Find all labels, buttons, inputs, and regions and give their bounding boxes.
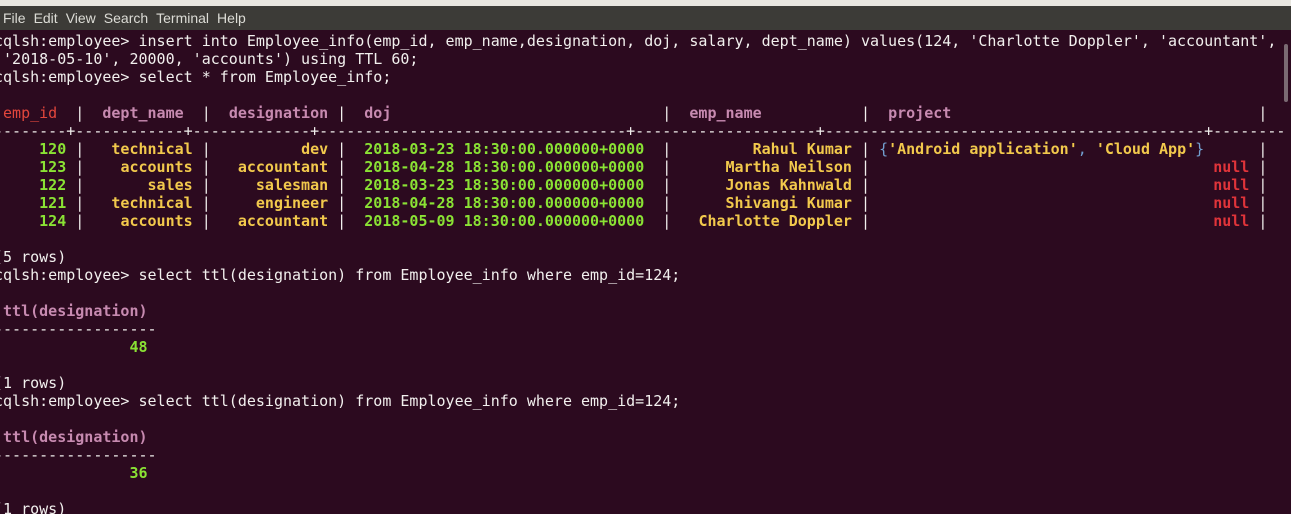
ttl-value: 36 — [129, 464, 148, 482]
cell-emp_id: 121 — [39, 194, 67, 212]
ttl-result-value: 48 — [0, 338, 148, 356]
ttl-result-header: ttl(designation) — [0, 428, 148, 446]
cell-designation: engineer — [255, 194, 329, 212]
null-value: null — [1213, 212, 1250, 230]
ttl-result-header: ttl(designation) — [0, 302, 148, 320]
menu-edit[interactable]: Edit — [31, 6, 62, 30]
cell-emp_id: 120 — [39, 140, 67, 158]
command-line-select: cqlsh:employee> select * from Employee_i… — [0, 68, 392, 86]
project-item: 'Android application' — [888, 140, 1078, 158]
cell-emp_name: Martha Neilson — [725, 158, 852, 176]
column-header-project: project — [888, 104, 952, 122]
collection-close: } — [1195, 140, 1205, 158]
null-value: null — [1213, 176, 1250, 194]
ttl-row-count: (1 rows) — [0, 500, 67, 514]
table-row: 121 | technical | engineer | 2018-04-28 … — [39, 194, 1277, 212]
ttl-column-header: ttl(designation) — [3, 302, 148, 320]
collection-open: { — [879, 140, 889, 158]
table-row: 123 | accounts | accountant | 2018-04-28… — [39, 158, 1277, 176]
terminal-output[interactable]: cqlsh:employee> insert into Employee_inf… — [0, 32, 1283, 514]
cell-emp_name: Charlotte Doppler — [698, 212, 852, 230]
cell-emp_name: Rahul Kumar — [752, 140, 852, 158]
command-line-ttl-2: cqlsh:employee> select ttl(designation) … — [0, 392, 681, 410]
project-item: 'Cloud App' — [1095, 140, 1196, 158]
column-header-doj: doj — [364, 104, 392, 122]
table-row: 122 | sales | salesman | 2018-03-23 18:3… — [39, 176, 1277, 194]
collection-sep: , — [1077, 140, 1096, 158]
column-header-designation: designation — [228, 104, 329, 122]
cell-emp_id: 123 — [39, 158, 67, 176]
cell-designation: salesman — [255, 176, 329, 194]
column-header-emp_name: emp_name — [689, 104, 762, 122]
cell-emp_id: 122 — [39, 176, 67, 194]
command-line-ttl-1: cqlsh:employee> select ttl(designation) … — [0, 266, 681, 284]
cell-designation: dev — [301, 140, 329, 158]
ttl-result-value: 36 — [0, 464, 148, 482]
menu-terminal[interactable]: Terminal — [153, 6, 213, 30]
command-line-insert: cqlsh:employee> insert into Employee_inf… — [0, 32, 1277, 50]
cell-emp_id: 124 — [39, 212, 67, 230]
table-row: 124 | accounts | accountant | 2018-05-09… — [39, 212, 1277, 230]
null-value: null — [1213, 194, 1250, 212]
menu-file[interactable]: File — [0, 6, 30, 30]
cell-emp_name: Shivangi Kumar — [725, 194, 852, 212]
cell-doj: 2018-04-28 18:30:00.000000+0000 — [364, 194, 645, 212]
cell-doj: 2018-04-28 18:30:00.000000+0000 — [364, 158, 645, 176]
cell-designation: accountant — [237, 212, 329, 230]
ttl-result-separator: ------------------ — [0, 446, 157, 464]
cell-doj: 2018-03-23 18:30:00.000000+0000 — [364, 176, 645, 194]
column-header-emp_id: emp_id — [3, 104, 58, 122]
terminal-scrollbar[interactable] — [1283, 30, 1291, 514]
cell-doj: 2018-05-09 18:30:00.000000+0000 — [364, 212, 645, 230]
column-header-dept_name: dept_name — [102, 104, 184, 122]
menu-view[interactable]: View — [63, 6, 100, 30]
menu-bar: File Edit View Search Terminal Help — [0, 6, 1291, 30]
menu-help[interactable]: Help — [214, 6, 250, 30]
cell-dept_name: technical — [111, 140, 193, 158]
ttl-value: 48 — [129, 338, 148, 356]
null-value: null — [1213, 158, 1250, 176]
menu-search[interactable]: Search — [101, 6, 152, 30]
cell-designation: accountant — [237, 158, 329, 176]
scrollbar-thumb[interactable] — [1284, 44, 1288, 102]
cell-dept_name: accounts — [120, 158, 193, 176]
command-line-insert-continued: '2018-05-10', 20000, 'accounts') using T… — [0, 50, 419, 68]
ttl-column-header: ttl(designation) — [3, 428, 148, 446]
table-row: 120 | technical | dev | 2018-03-23 18:30… — [39, 140, 1277, 158]
row-count: (5 rows) — [0, 248, 67, 266]
cell-doj: 2018-03-23 18:30:00.000000+0000 — [364, 140, 645, 158]
cell-dept_name: sales — [147, 176, 193, 194]
cell-emp_name: Jonas Kahnwald — [725, 176, 852, 194]
cell-dept_name: accounts — [120, 212, 193, 230]
ttl-result-separator: ------------------ — [0, 320, 157, 338]
table-header: emp_id | dept_name | designation | doj |… — [3, 104, 1277, 122]
ttl-row-count: (1 rows) — [0, 374, 67, 392]
cell-dept_name: technical — [111, 194, 193, 212]
table-separator: --------+------------+-------------+----… — [0, 122, 1283, 140]
